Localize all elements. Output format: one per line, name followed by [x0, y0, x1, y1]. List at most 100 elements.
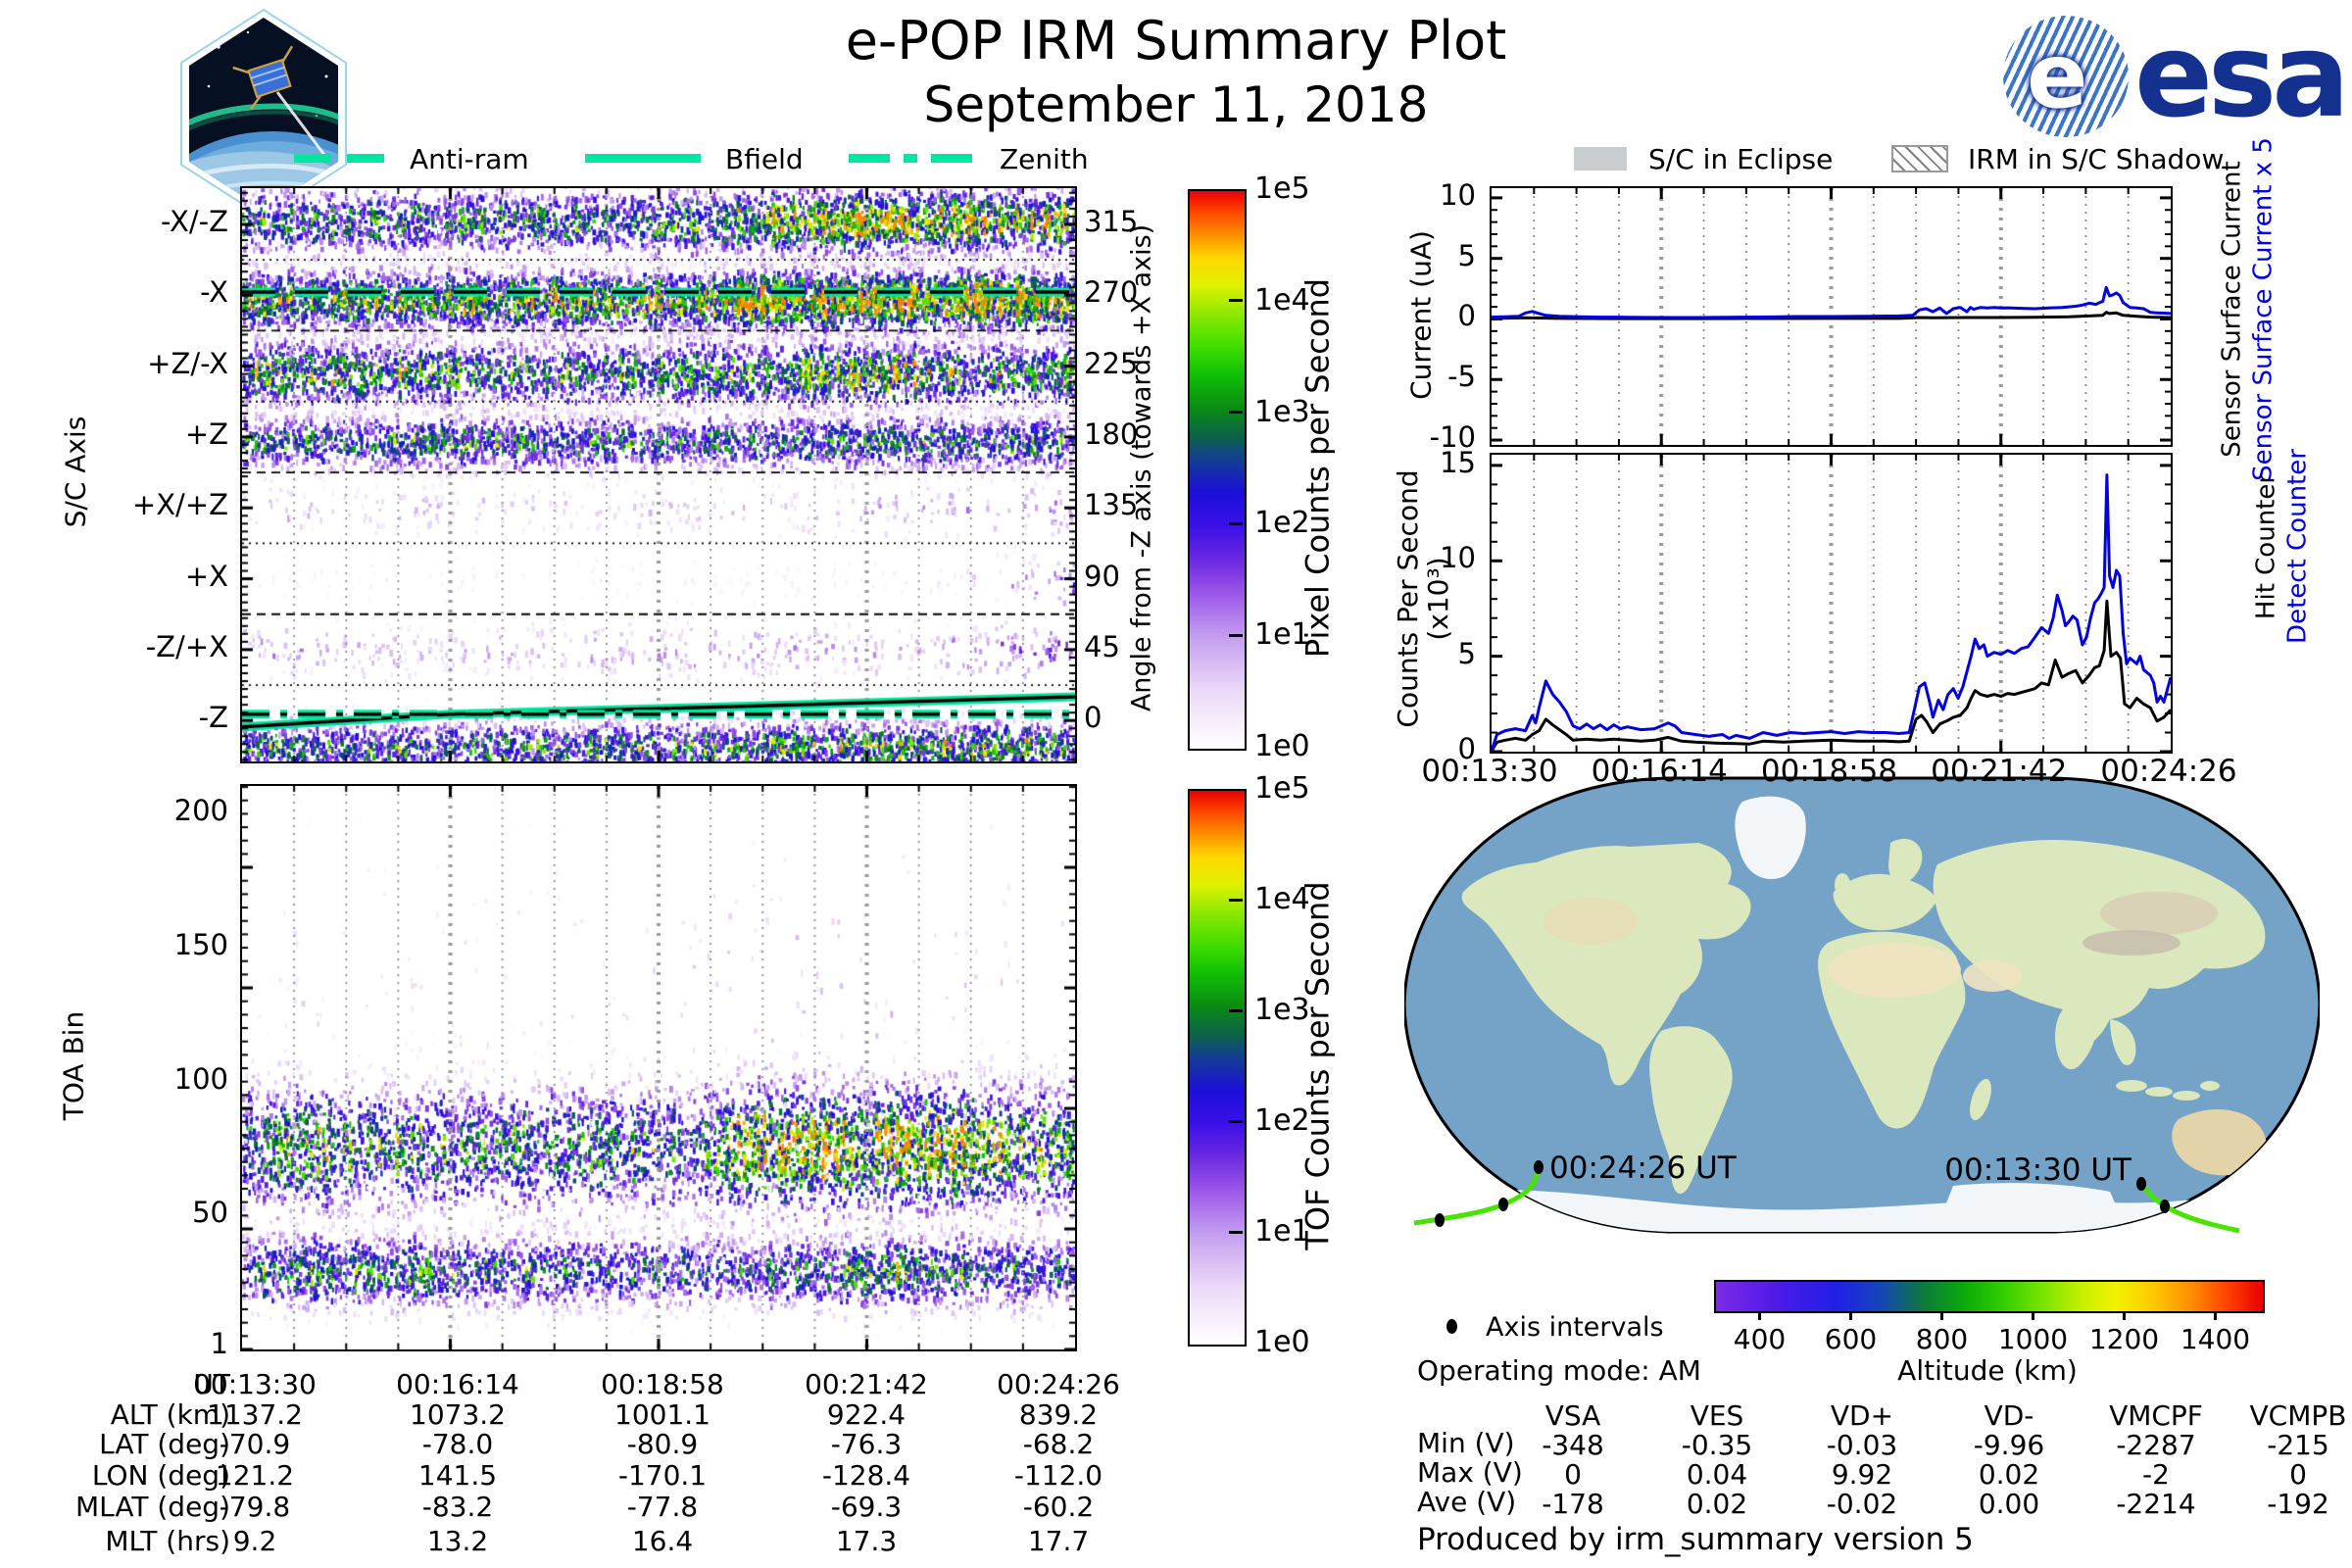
altitude-tick	[2123, 1311, 2126, 1320]
voltage-cell: 0.04	[1648, 1458, 1786, 1491]
colorbar-tick	[1229, 899, 1243, 902]
ephemeris-cell: 9.2	[157, 1525, 353, 1557]
colorbar-tick-label: 1e0	[1254, 1328, 1310, 1357]
ephemeris-cell: -83.2	[360, 1491, 556, 1523]
y-tick-label: 0	[1354, 301, 1476, 330]
voltage-cell: -9.96	[1940, 1429, 2078, 1461]
colorbar-tick-label: 1e1	[1254, 620, 1310, 650]
angle-tick-label: 45	[1084, 632, 1172, 662]
colorbar-tick-label: 1e0	[1254, 732, 1310, 761]
altitude-tick-label: 1400	[2157, 1323, 2275, 1355]
angle-tick-label: 270	[1084, 277, 1172, 307]
ephemeris-cell: -128.4	[768, 1459, 964, 1492]
ephemeris-cell: 17.7	[960, 1525, 1156, 1557]
ephemeris-cell: -77.8	[564, 1491, 760, 1523]
colorbar-tick-label: 1e5	[1254, 774, 1310, 804]
altitude-tick	[1849, 1311, 1852, 1320]
altitude-tick	[2032, 1311, 2034, 1320]
voltage-cell: 0.00	[1940, 1488, 2078, 1520]
voltage-col-header: VD-	[1940, 1399, 2078, 1432]
colorbar-tick-label: 1e2	[1254, 1106, 1310, 1136]
produced-by-label: Produced by irm_summary version 5	[1417, 1525, 1974, 1554]
y-tick-label: 5	[1354, 639, 1476, 668]
altitude-colorbar	[1714, 1280, 2265, 1313]
colorbar-tick	[1229, 634, 1243, 637]
altitude-tick	[1758, 1311, 1761, 1320]
voltage-col-header: VCMPB	[2230, 1399, 2352, 1432]
voltage-cell: -348	[1504, 1429, 1642, 1461]
page-title: e-POP IRM Summary Plot	[686, 10, 1666, 72]
esa-globe-e: e	[2027, 24, 2087, 128]
ephemeris-cell: -60.2	[960, 1491, 1156, 1523]
ephemeris-cell: -68.2	[960, 1428, 1156, 1460]
zenith-line-swatch	[849, 154, 890, 163]
voltage-cell: 0	[1504, 1458, 1642, 1491]
colorbar-tick-label: 1e1	[1254, 1217, 1310, 1247]
ephemeris-cell: 922.4	[768, 1398, 964, 1431]
legend-zenith: Zenith	[1000, 143, 1089, 175]
voltage-cell: -178	[1504, 1488, 1642, 1520]
operating-mode-label: Operating mode: AM	[1417, 1356, 1701, 1386]
angle-tick-label: 135	[1084, 490, 1172, 519]
sc-axis-tick-label: -Z	[39, 703, 228, 732]
voltage-cell: 0.02	[1940, 1458, 2078, 1491]
voltage-col-header: VMCPF	[2087, 1399, 2225, 1432]
y-tick-label: 10	[1354, 180, 1476, 210]
altitude-tick	[2214, 1311, 2217, 1320]
angle-tick-label: 0	[1084, 703, 1172, 732]
legend-shadow: IRM in S/C Shadow	[1968, 143, 2224, 175]
voltage-cell: -2287	[2087, 1429, 2225, 1461]
legend-anti-ram: Anti-ram	[410, 143, 529, 175]
sc-axis-tick-label: +Z/-X	[39, 349, 228, 378]
ephemeris-cell: -78.0	[360, 1428, 556, 1460]
page-date: September 11, 2018	[686, 76, 1666, 133]
legend-eclipse: S/C in Eclipse	[1648, 143, 1833, 175]
legend-bfield: Bfield	[725, 143, 804, 175]
colorbar-tick	[1229, 1120, 1243, 1123]
toa-tick-label: 150	[39, 930, 228, 959]
ephemeris-cell: 00:16:14	[360, 1368, 556, 1400]
bfield-line-swatch	[585, 154, 701, 163]
voltage-cell: -2	[2087, 1458, 2225, 1491]
pixel-counts-colorbar	[1188, 189, 1247, 751]
y-tick-label: -5	[1354, 362, 1476, 391]
sc-axis-tick-label: +Z	[39, 419, 228, 449]
ephemeris-cell: 141.5	[360, 1459, 556, 1492]
ephemeris-cell: 1137.2	[157, 1398, 353, 1431]
toa-tick-label: 50	[39, 1198, 228, 1227]
eclipse-swatch	[1574, 147, 1627, 171]
angle-tick-label: 180	[1084, 419, 1172, 449]
y-tick-label: 15	[1354, 448, 1476, 477]
voltage-cell: 9.92	[1793, 1458, 1931, 1491]
y-tick-label: 5	[1354, 241, 1476, 270]
colorbar-tick	[1229, 299, 1243, 302]
voltage-col-header: VD+	[1793, 1399, 1931, 1432]
sc-axis-tick-label: +X	[39, 562, 228, 591]
voltage-cell: -0.35	[1648, 1429, 1786, 1461]
voltage-cell: -192	[2230, 1488, 2352, 1520]
zenith-line-swatch3	[931, 154, 972, 163]
counts-ylabel: Counts Per Second (x10³)	[1393, 447, 1453, 751]
sc-axis-tick-label: -Z/+X	[39, 632, 228, 662]
ephemeris-cell: -112.0	[960, 1459, 1156, 1492]
angle-axis-label: Angle from -Z axis (towards +X axis)	[1127, 165, 1157, 772]
tof-counts-colorbar	[1188, 789, 1247, 1347]
ephemeris-cell: 16.4	[564, 1525, 760, 1557]
axis-intervals-label: Axis intervals	[1486, 1313, 1664, 1343]
toa-tick-label: 1	[39, 1329, 228, 1358]
colorbar-tick	[1229, 411, 1243, 414]
colorbar-tick-label: 1e3	[1254, 996, 1310, 1025]
ephemeris-cell: 00:18:58	[564, 1368, 760, 1400]
voltage-col-header: VES	[1648, 1399, 1786, 1432]
ephemeris-cell: 00:24:26	[960, 1368, 1156, 1400]
colorbar-tick	[1229, 1231, 1243, 1234]
angle-tick-label: 225	[1084, 349, 1172, 378]
axis-interval-dot-icon	[1446, 1319, 1457, 1334]
voltage-col-header: VSA	[1504, 1399, 1642, 1432]
ephemeris-cell: -80.9	[564, 1428, 760, 1460]
toa-spectrogram	[240, 784, 1077, 1351]
ephemeris-cell: 00:21:42	[768, 1368, 964, 1400]
ephemeris-cell: 1073.2	[360, 1398, 556, 1431]
esa-globe-icon: e	[2003, 16, 2129, 137]
ephemeris-cell: -70.9	[157, 1428, 353, 1460]
